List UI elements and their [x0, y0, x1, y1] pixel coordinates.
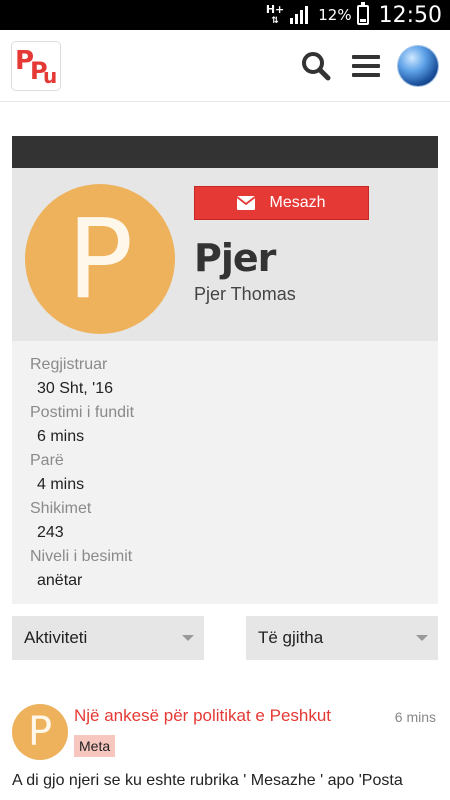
- envelope-icon: [237, 196, 256, 210]
- detail-value: 4 mins: [37, 476, 85, 493]
- dropdown-arrow-icon: [182, 635, 194, 641]
- detail-label: Parë: [30, 452, 64, 469]
- user-avatar[interactable]: [398, 45, 438, 86]
- status-bar: H+ ⇅ 12% 12:50: [0, 0, 450, 30]
- signal-icon: [290, 6, 309, 24]
- site-logo[interactable]: P P u: [12, 41, 60, 90]
- profile-details: Regjistruar 30 Sht, '16 Postimi i fundit…: [12, 341, 438, 604]
- post-excerpt: A di gjo njeri se ku eshte rubrika ' Mes…: [12, 772, 403, 789]
- detail-value: 6 mins: [37, 428, 85, 445]
- dropdown-arrow-icon: [416, 635, 428, 641]
- category-badge[interactable]: Meta: [74, 735, 116, 757]
- menu-icon[interactable]: [346, 46, 386, 86]
- app-bar: P P u: [0, 30, 450, 102]
- profile-username: Pjer: [194, 236, 276, 280]
- profile-banner: [12, 136, 438, 168]
- profile-header: P Mesazh Pjer Pjer Thomas: [12, 168, 438, 341]
- detail-label: Postimi i fundit: [30, 404, 135, 421]
- detail-label: Regjistruar: [30, 356, 108, 373]
- detail-label: Niveli i besimit: [30, 548, 133, 565]
- detail-value: anëtar: [37, 572, 83, 589]
- network-type: H+ ⇅: [265, 2, 285, 26]
- message-button[interactable]: Mesazh: [194, 186, 369, 220]
- activity-select[interactable]: Aktiviteti: [12, 616, 204, 660]
- detail-label: Shikimet: [30, 500, 92, 517]
- profile-full-name: Pjer Thomas: [194, 284, 296, 304]
- battery-icon: [356, 2, 369, 25]
- scope-select[interactable]: Të gjitha: [246, 616, 438, 660]
- post-time: 6 mins: [394, 709, 436, 725]
- filter-bar: Aktiviteti Të gjitha: [12, 616, 438, 660]
- message-button-label: Mesazh: [269, 194, 326, 211]
- search-icon[interactable]: [296, 46, 336, 86]
- post-author-avatar[interactable]: P: [12, 704, 68, 760]
- activity-select-value: Aktiviteti: [24, 628, 88, 647]
- profile-avatar: P: [25, 184, 175, 334]
- post-title-link[interactable]: Një ankesë për politikat e Peshkut: [74, 706, 331, 726]
- detail-value: 30 Sht, '16: [37, 380, 113, 397]
- scope-select-value: Të gjitha: [258, 628, 324, 647]
- battery-percent: 12%: [318, 6, 352, 24]
- detail-value: 243: [37, 524, 64, 541]
- profile-card: P Mesazh Pjer Pjer Thomas Regjistruar 30…: [12, 136, 438, 604]
- clock: 12:50: [378, 2, 442, 28]
